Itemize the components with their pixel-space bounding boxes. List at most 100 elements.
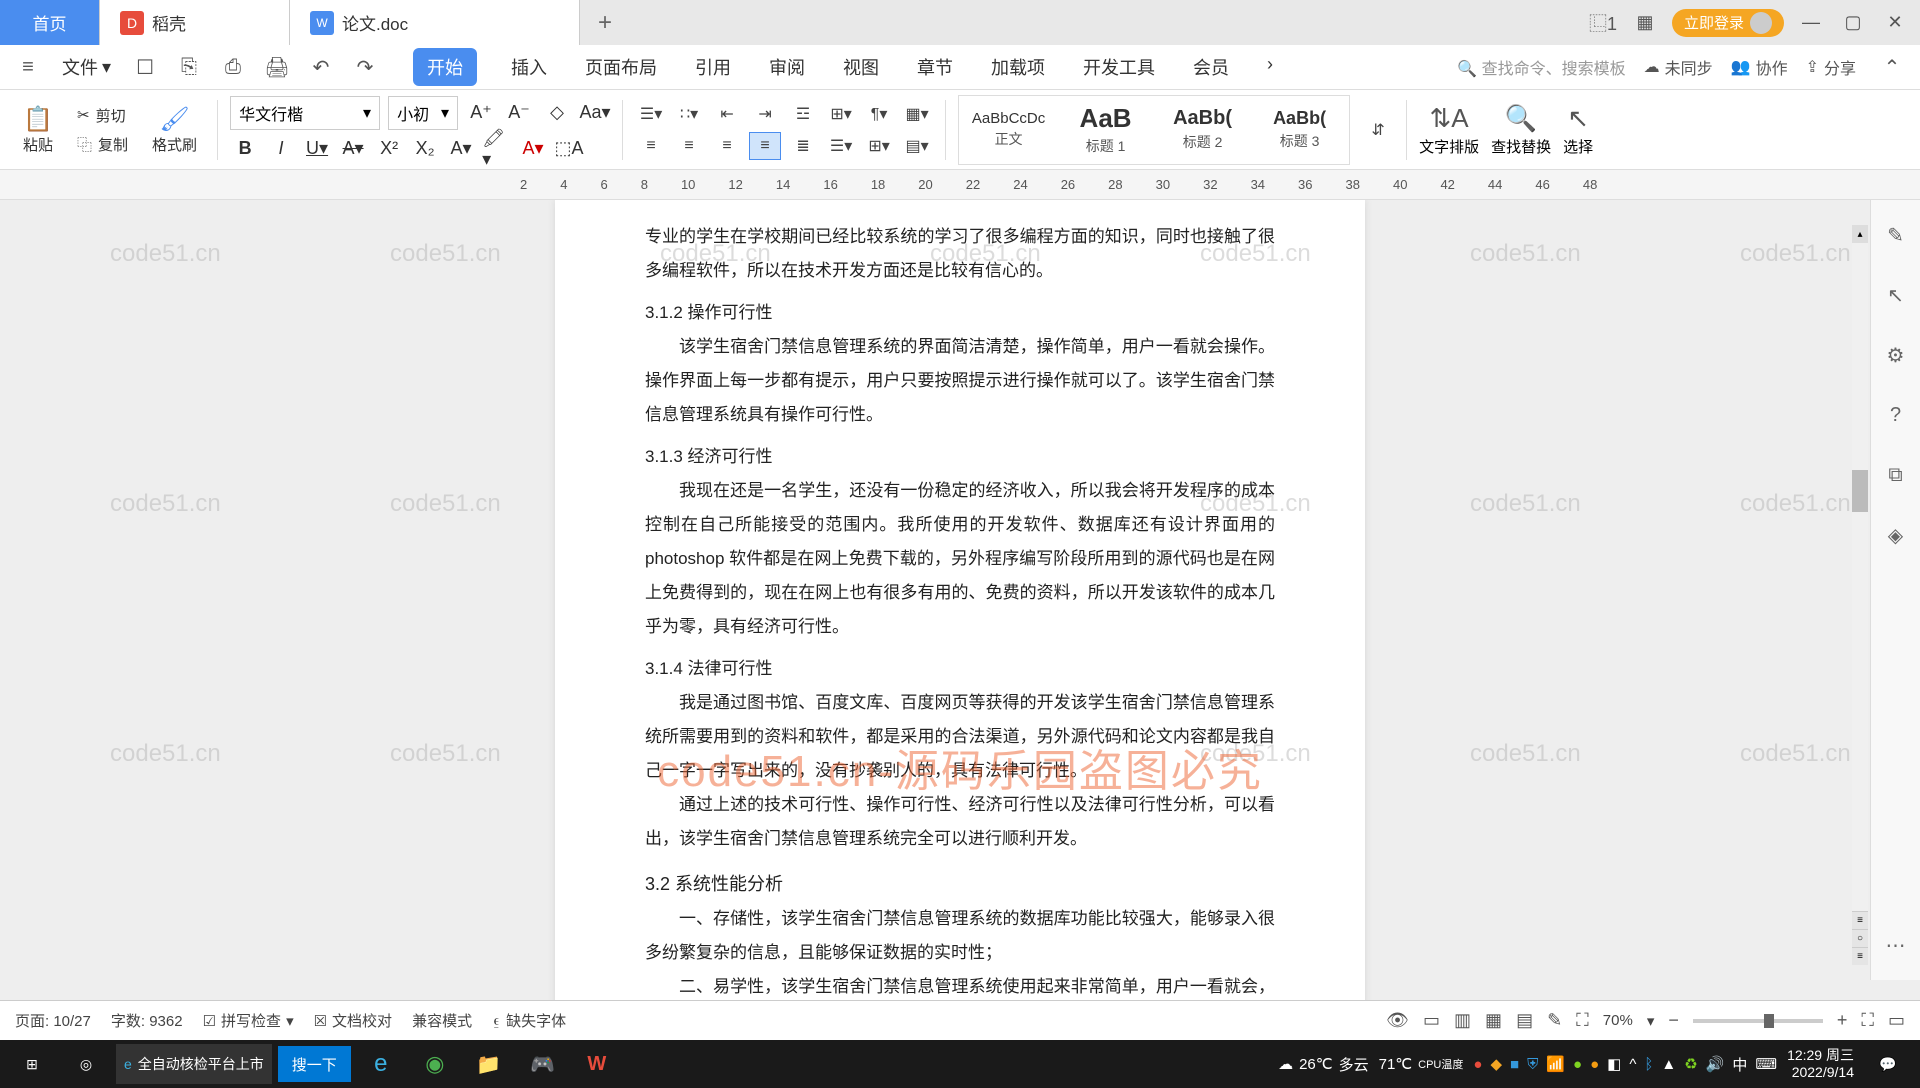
more-icon[interactable]: ⋯ xyxy=(1881,930,1911,960)
style-gallery[interactable]: AaBbCcDc正文 AaB标题 1 AaBb(标题 2 AaBb(标题 3 xyxy=(958,95,1350,165)
align-center-button[interactable]: ≡ xyxy=(673,132,705,160)
layout-mode-icon[interactable]: ⿺1 xyxy=(1588,8,1618,38)
strikethrough-button[interactable]: A▾ xyxy=(338,134,368,164)
sort-button[interactable]: ☲ xyxy=(787,100,819,128)
char-border-button[interactable]: ⬚A xyxy=(554,134,584,164)
tray-icon[interactable]: ◧ xyxy=(1607,1055,1621,1073)
decrease-indent-button[interactable]: ⇤ xyxy=(711,100,743,128)
font-color-button[interactable]: A▾ xyxy=(518,134,548,164)
file-menu[interactable]: 文件▾ xyxy=(62,54,111,80)
redo-icon[interactable]: ↷ xyxy=(347,49,383,85)
scroll-next-page[interactable]: ≡ xyxy=(1852,947,1868,965)
fullscreen-icon[interactable]: ⛶ xyxy=(1861,1010,1874,1031)
missing-font[interactable]: ⍷ 缺失字体 xyxy=(492,1010,566,1031)
maximize-button[interactable]: ▢ xyxy=(1838,8,1868,38)
taskview-icon[interactable]: ◎ xyxy=(62,1044,110,1084)
spell-check[interactable]: ☑ 拼写检查 ▾ xyxy=(203,1010,294,1031)
align-right-button[interactable]: ≡ xyxy=(711,132,743,160)
change-case-icon[interactable]: Aa▾ xyxy=(580,98,610,128)
weather-widget[interactable]: ☁ 26℃ 多云 xyxy=(1278,1054,1369,1075)
web-view-icon[interactable]: ▦ xyxy=(1485,1010,1502,1031)
tray-icon[interactable]: ▲ xyxy=(1661,1056,1676,1073)
taskbar-browser[interactable]: e全自动核检平台上市 xyxy=(116,1044,272,1084)
cut-button[interactable]: ✂剪切 xyxy=(73,103,132,128)
share-button[interactable]: ⇪分享 xyxy=(1806,55,1856,79)
zoom-fit-icon[interactable]: ⛶ xyxy=(1576,1010,1589,1031)
show-marks-button[interactable]: ¶▾ xyxy=(863,100,895,128)
close-button[interactable]: ✕ xyxy=(1880,8,1910,38)
format-painter-button[interactable]: 🖌格式刷 xyxy=(144,101,205,159)
font-size-select[interactable]: 小初▾ xyxy=(388,96,458,130)
reading-view-icon[interactable]: ▭ xyxy=(1423,1010,1440,1031)
collapse-ribbon-icon[interactable]: ⌃ xyxy=(1874,49,1910,85)
taskbar-search[interactable]: 搜一下 xyxy=(278,1046,351,1082)
zoom-slider[interactable] xyxy=(1693,1019,1823,1023)
settings-icon[interactable]: ⚙ xyxy=(1881,340,1911,370)
scrollbar[interactable]: ▴ ≡ ○ ≡ xyxy=(1852,225,1868,965)
search-command[interactable]: 🔍 查找命令、搜索模板 xyxy=(1457,55,1625,79)
menu-tab-layout[interactable]: 页面布局 xyxy=(581,48,661,86)
eye-icon[interactable]: 👁 xyxy=(1386,1010,1409,1031)
menu-tab-view[interactable]: 视图 xyxy=(839,48,883,86)
taskbar-wps[interactable]: W xyxy=(573,1044,621,1084)
menu-tab-section[interactable]: 章节 xyxy=(913,48,957,86)
ruler[interactable]: 2 4 6 8 10 12 14 16 18 20 22 24 26 28 30… xyxy=(0,170,1920,200)
find-replace-button[interactable]: 🔍查找替换 xyxy=(1491,103,1551,157)
menu-tab-dev[interactable]: 开发工具 xyxy=(1079,48,1159,86)
italic-button[interactable]: I xyxy=(266,134,296,164)
paste-button[interactable]: 📋粘贴 xyxy=(15,101,61,159)
menu-tab-member[interactable]: 会员 xyxy=(1189,48,1233,86)
taskbar-explorer[interactable]: 📁 xyxy=(465,1044,513,1084)
bullets-button[interactable]: ☰▾ xyxy=(635,100,667,128)
style-heading2[interactable]: AaBb(标题 2 xyxy=(1155,98,1250,162)
tray-icon[interactable]: ● xyxy=(1573,1056,1582,1073)
para-shading-button[interactable]: ▤▾ xyxy=(901,132,933,160)
zoom-in-button[interactable]: + xyxy=(1837,1010,1848,1031)
numbering-button[interactable]: ∷▾ xyxy=(673,100,705,128)
select-tool-icon[interactable]: ↖ xyxy=(1881,280,1911,310)
fit-width-icon[interactable]: ▭ xyxy=(1888,1010,1905,1031)
print-icon[interactable]: ⎙ xyxy=(215,49,251,85)
clear-format-icon[interactable]: ◇ xyxy=(542,98,572,128)
collab-button[interactable]: 👥协作 xyxy=(1731,55,1788,79)
sync-status[interactable]: ☁未同步 xyxy=(1644,55,1713,79)
menu-tab-more[interactable]: › xyxy=(1263,48,1277,86)
justify-button[interactable]: ≡ xyxy=(749,132,781,160)
style-normal[interactable]: AaBbCcDc正文 xyxy=(961,98,1056,162)
page-indicator[interactable]: 页面: 10/27 xyxy=(15,1010,91,1031)
page-view-icon[interactable]: ▥ xyxy=(1454,1010,1471,1031)
menu-tab-insert[interactable]: 插入 xyxy=(507,48,551,86)
tray-icon[interactable]: ● xyxy=(1473,1056,1482,1073)
style-heading3[interactable]: AaBb(标题 3 xyxy=(1252,98,1347,162)
select-button[interactable]: ↖选择 xyxy=(1563,103,1593,157)
taskbar-clock[interactable]: 12:29 周三 2022/9/14 xyxy=(1787,1047,1854,1081)
tab-docer[interactable]: D 稻壳 xyxy=(100,0,290,45)
tabs-button[interactable]: ⊞▾ xyxy=(825,100,857,128)
document-page[interactable]: 专业的学生在学校期间已经比较系统的学习了很多编程方面的知识，同时也接触了很多编程… xyxy=(555,200,1365,1000)
chevron-up-icon[interactable]: ^ xyxy=(1629,1056,1636,1073)
shading-button[interactable]: ▦▾ xyxy=(901,100,933,128)
copy-button[interactable]: ⿻复制 xyxy=(73,132,132,157)
save-icon[interactable]: ☐ xyxy=(127,49,163,85)
menu-tab-addon[interactable]: 加载项 xyxy=(987,48,1049,86)
font-family-select[interactable]: 华文行楷▾ xyxy=(230,96,380,130)
pen-tool-icon[interactable]: ✎ xyxy=(1881,220,1911,250)
zoom-out-button[interactable]: − xyxy=(1668,1010,1679,1031)
print-preview-icon[interactable]: 🖨 xyxy=(259,49,295,85)
bluetooth-icon[interactable]: ᛒ xyxy=(1644,1056,1653,1073)
tab-home[interactable]: 首页 xyxy=(0,0,100,45)
start-button[interactable]: ⊞ xyxy=(8,1044,56,1084)
text-effects-button[interactable]: A▾ xyxy=(446,134,476,164)
increase-font-icon[interactable]: A⁺ xyxy=(466,98,496,128)
zoom-value[interactable]: 70% xyxy=(1603,1012,1633,1029)
help-icon[interactable]: ? xyxy=(1881,400,1911,430)
bold-button[interactable]: B xyxy=(230,134,260,164)
style-more-button[interactable]: ⇵ xyxy=(1362,116,1394,144)
subscript-button[interactable]: X₂ xyxy=(410,134,440,164)
menu-tab-references[interactable]: 引用 xyxy=(691,48,735,86)
scroll-up-button[interactable]: ▴ xyxy=(1852,225,1868,243)
underline-button[interactable]: U▾ xyxy=(302,134,332,164)
zoom-thumb[interactable] xyxy=(1764,1014,1774,1028)
compat-mode[interactable]: 兼容模式 xyxy=(412,1010,472,1031)
tab-add-button[interactable]: + xyxy=(580,0,630,45)
